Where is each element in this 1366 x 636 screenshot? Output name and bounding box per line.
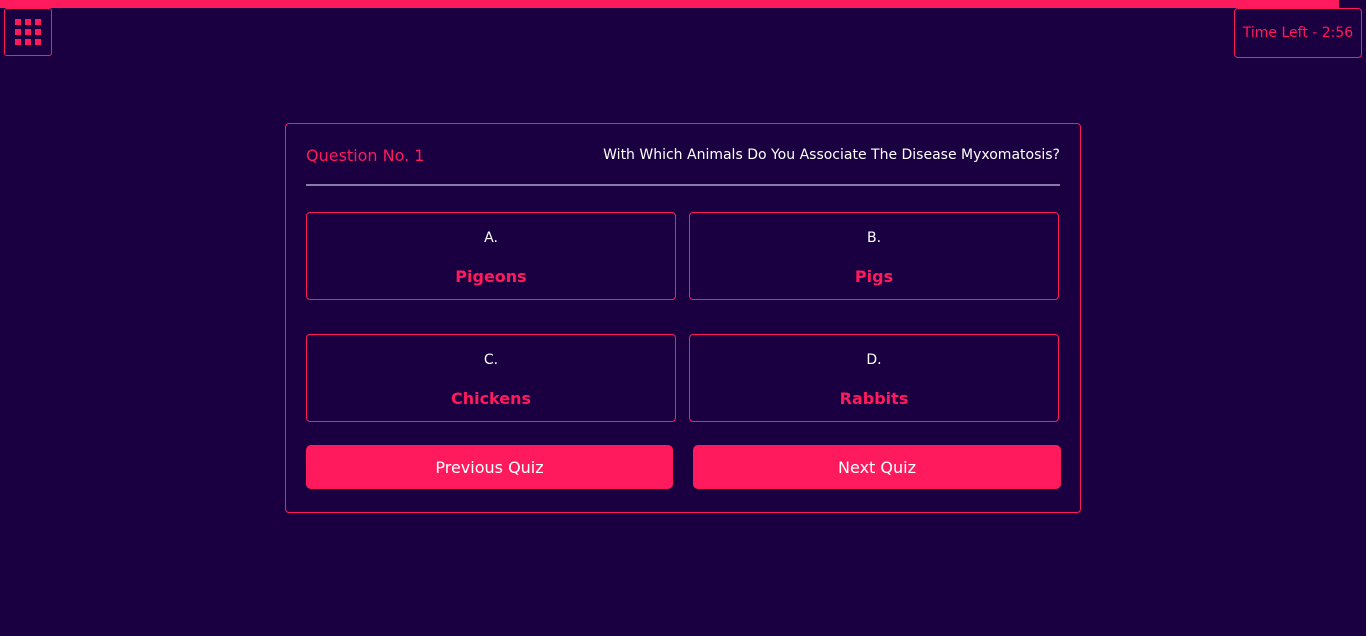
option-letter: B.	[866, 230, 882, 246]
option-a[interactable]: A. Pigeons	[306, 212, 676, 300]
divider	[306, 184, 1060, 186]
time-left-badge: Time Left - 2:56	[1234, 8, 1362, 58]
menu-button[interactable]	[4, 8, 52, 56]
question-header: Question No. 1 With Which Animals Do You…	[306, 144, 1060, 166]
next-quiz-button[interactable]: Next Quiz	[693, 445, 1061, 489]
option-text: Rabbits	[839, 389, 909, 408]
grid-icon	[15, 19, 41, 45]
option-d[interactable]: D. Rabbits	[689, 334, 1059, 422]
option-text: Chickens	[450, 389, 532, 408]
quiz-progress-fill	[0, 0, 1339, 8]
option-letter: D.	[866, 352, 882, 368]
question-card: Question No. 1 With Which Animals Do You…	[285, 123, 1081, 513]
question-text: With Which Animals Do You Associate The …	[603, 147, 1060, 163]
option-c[interactable]: C. Chickens	[306, 334, 676, 422]
previous-quiz-button[interactable]: Previous Quiz	[306, 445, 673, 489]
option-letter: A.	[484, 230, 498, 246]
option-text: Pigeons	[455, 267, 527, 286]
question-number: Question No. 1	[306, 145, 425, 165]
option-text: Pigs	[854, 267, 894, 286]
quiz-progress-bar	[0, 0, 1366, 8]
option-letter: C.	[483, 352, 499, 368]
option-b[interactable]: B. Pigs	[689, 212, 1059, 300]
